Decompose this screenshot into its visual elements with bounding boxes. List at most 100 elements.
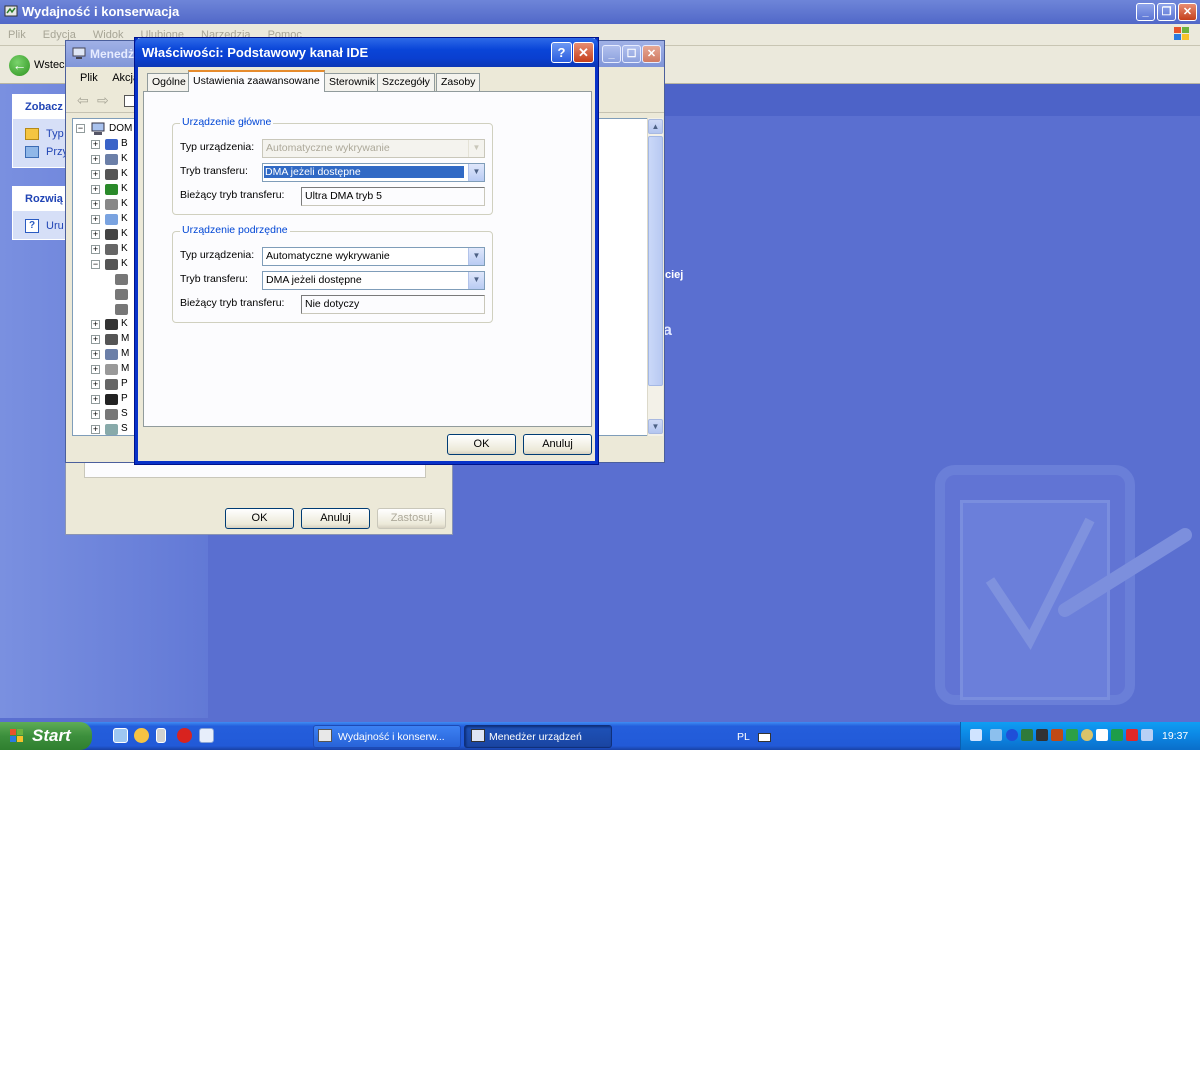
back-arrow-icon[interactable]: ←: [9, 55, 30, 76]
tab-advanced-settings[interactable]: Ustawienia zaawansowane: [188, 70, 325, 92]
slave-group-title: Urządzenie podrzędne: [180, 224, 290, 236]
volume-icon[interactable]: [1081, 729, 1093, 741]
expand-icon[interactable]: +: [91, 200, 100, 209]
device-tree-scrollbar[interactable]: ▲ ▼: [647, 118, 663, 436]
collapse-icon[interactable]: −: [76, 124, 85, 133]
dm-menu-file[interactable]: Plik: [80, 72, 98, 84]
restore-button[interactable]: ❐: [1157, 3, 1176, 21]
see-also-item-1[interactable]: Typ: [46, 128, 64, 140]
tree-device-label: S: [121, 408, 128, 419]
antivirus-icon[interactable]: [1066, 729, 1078, 741]
quicklaunch-desktop-icon[interactable]: [199, 728, 214, 743]
desktop-screen: Wydajność i konserwacja _ ❐ ✕ Plik Edycj…: [0, 0, 1200, 750]
ok-button[interactable]: OK: [447, 434, 516, 455]
wireless-icon[interactable]: [990, 729, 1002, 741]
expand-icon[interactable]: +: [91, 185, 100, 194]
tree-device-label: K: [121, 198, 128, 209]
device-icon: [115, 304, 128, 315]
sync-icon[interactable]: [1021, 729, 1033, 741]
bluetooth-icon[interactable]: [1006, 729, 1018, 741]
device-icon: [105, 184, 118, 195]
properties-close-button[interactable]: ✕: [573, 42, 594, 63]
scroll-down-icon[interactable]: ▼: [648, 419, 663, 434]
explorer-title: Wydajność i konserwacja: [22, 4, 180, 19]
menu-file[interactable]: Plik: [8, 29, 26, 41]
device-icon: [105, 154, 118, 165]
dm-minimize-button[interactable]: _: [602, 45, 621, 63]
expand-icon[interactable]: +: [91, 365, 100, 374]
tab-details[interactable]: Szczegóły: [377, 73, 435, 91]
safe-remove-icon[interactable]: [1111, 729, 1123, 741]
minimize-button[interactable]: _: [1136, 3, 1155, 21]
keyboard-icon[interactable]: [758, 733, 771, 742]
close-button[interactable]: ✕: [1178, 3, 1197, 21]
chevron-down-icon[interactable]: ▼: [468, 248, 484, 265]
expand-icon[interactable]: +: [91, 425, 100, 434]
monitor-tray-icon[interactable]: [1096, 729, 1108, 741]
network-icon[interactable]: [970, 729, 982, 741]
device-icon: [105, 244, 118, 255]
dm-close-button[interactable]: ✕: [642, 45, 661, 63]
expand-icon[interactable]: +: [91, 395, 100, 404]
tree-device-label: K: [121, 258, 128, 269]
task-explorer[interactable]: Wydajność i konserw...: [313, 725, 461, 748]
device-icon: [105, 199, 118, 210]
expand-icon[interactable]: +: [91, 380, 100, 389]
expand-icon[interactable]: +: [91, 245, 100, 254]
tree-device-label: S: [121, 423, 128, 434]
expand-icon[interactable]: +: [91, 140, 100, 149]
expand-icon[interactable]: +: [91, 410, 100, 419]
task-device-manager[interactable]: Menedżer urządzeń: [464, 725, 612, 748]
background-dialog: OK Anuluj Zastosuj: [65, 455, 453, 535]
slave-type-select[interactable]: Automatyczne wykrywanie ▼: [262, 247, 485, 266]
master-type-select[interactable]: Automatyczne wykrywanie ▼: [262, 139, 485, 158]
quicklaunch-opera-icon[interactable]: [177, 728, 192, 743]
slave-type-label: Typ urządzenia:: [180, 249, 255, 261]
expand-icon[interactable]: +: [91, 335, 100, 344]
tree-device-label: K: [121, 153, 128, 164]
expand-icon[interactable]: +: [91, 350, 100, 359]
tab-resources[interactable]: Zasoby: [436, 73, 481, 91]
master-group-title: Urządzenie główne: [180, 116, 274, 128]
expand-icon[interactable]: +: [91, 215, 100, 224]
expand-icon[interactable]: +: [91, 155, 100, 164]
collapse-icon[interactable]: −: [91, 260, 100, 269]
tree-device-label: K: [121, 213, 128, 224]
quicklaunch-ie-icon[interactable]: [113, 728, 128, 743]
expand-icon[interactable]: +: [91, 320, 100, 329]
quicklaunch-media-icon[interactable]: [134, 728, 149, 743]
slave-current-label: Bieżący tryb transferu:: [180, 297, 285, 309]
device-icon: [105, 334, 118, 345]
tab-driver[interactable]: Sterownik: [324, 73, 381, 91]
master-transfer-select[interactable]: DMA jeżeli dostępne ▼: [262, 163, 485, 182]
troubleshoot-item-1[interactable]: Uru: [46, 220, 64, 232]
slave-transfer-select[interactable]: DMA jeżeli dostępne ▼: [262, 271, 485, 290]
expand-icon[interactable]: +: [91, 170, 100, 179]
display-icon[interactable]: [1141, 729, 1153, 741]
dm-forward-icon[interactable]: ⇨: [97, 92, 109, 109]
chevron-down-icon[interactable]: ▼: [468, 164, 484, 181]
hardware-icon[interactable]: [1036, 729, 1048, 741]
tab-general[interactable]: Ogólne: [147, 73, 191, 91]
dm-back-icon[interactable]: ⇦: [77, 92, 89, 109]
clock[interactable]: 19:37: [1162, 730, 1188, 742]
scroll-thumb[interactable]: [648, 136, 663, 386]
background-ok-button[interactable]: OK: [225, 508, 294, 529]
background-cancel-button[interactable]: Anuluj: [301, 508, 370, 529]
chevron-down-icon[interactable]: ▼: [468, 272, 484, 289]
help-button[interactable]: ?: [551, 42, 572, 63]
windows-flag-icon: [10, 729, 23, 742]
expand-icon[interactable]: +: [91, 230, 100, 239]
cancel-button[interactable]: Anuluj: [523, 434, 592, 455]
security-shield-icon[interactable]: [1126, 729, 1138, 741]
slave-transfer-label: Tryb transferu:: [180, 273, 248, 285]
language-indicator[interactable]: PL: [737, 731, 750, 743]
tree-device-label: K: [121, 243, 128, 254]
quicklaunch-notepad-icon[interactable]: [156, 728, 166, 743]
scroll-up-icon[interactable]: ▲: [648, 119, 663, 134]
start-button[interactable]: Start: [0, 722, 92, 750]
dm-maximize-button[interactable]: ☐: [622, 45, 641, 63]
audio-wave-icon[interactable]: [1051, 729, 1063, 741]
background-apply-button[interactable]: Zastosuj: [377, 508, 446, 529]
chevron-down-icon[interactable]: ▼: [468, 140, 484, 157]
